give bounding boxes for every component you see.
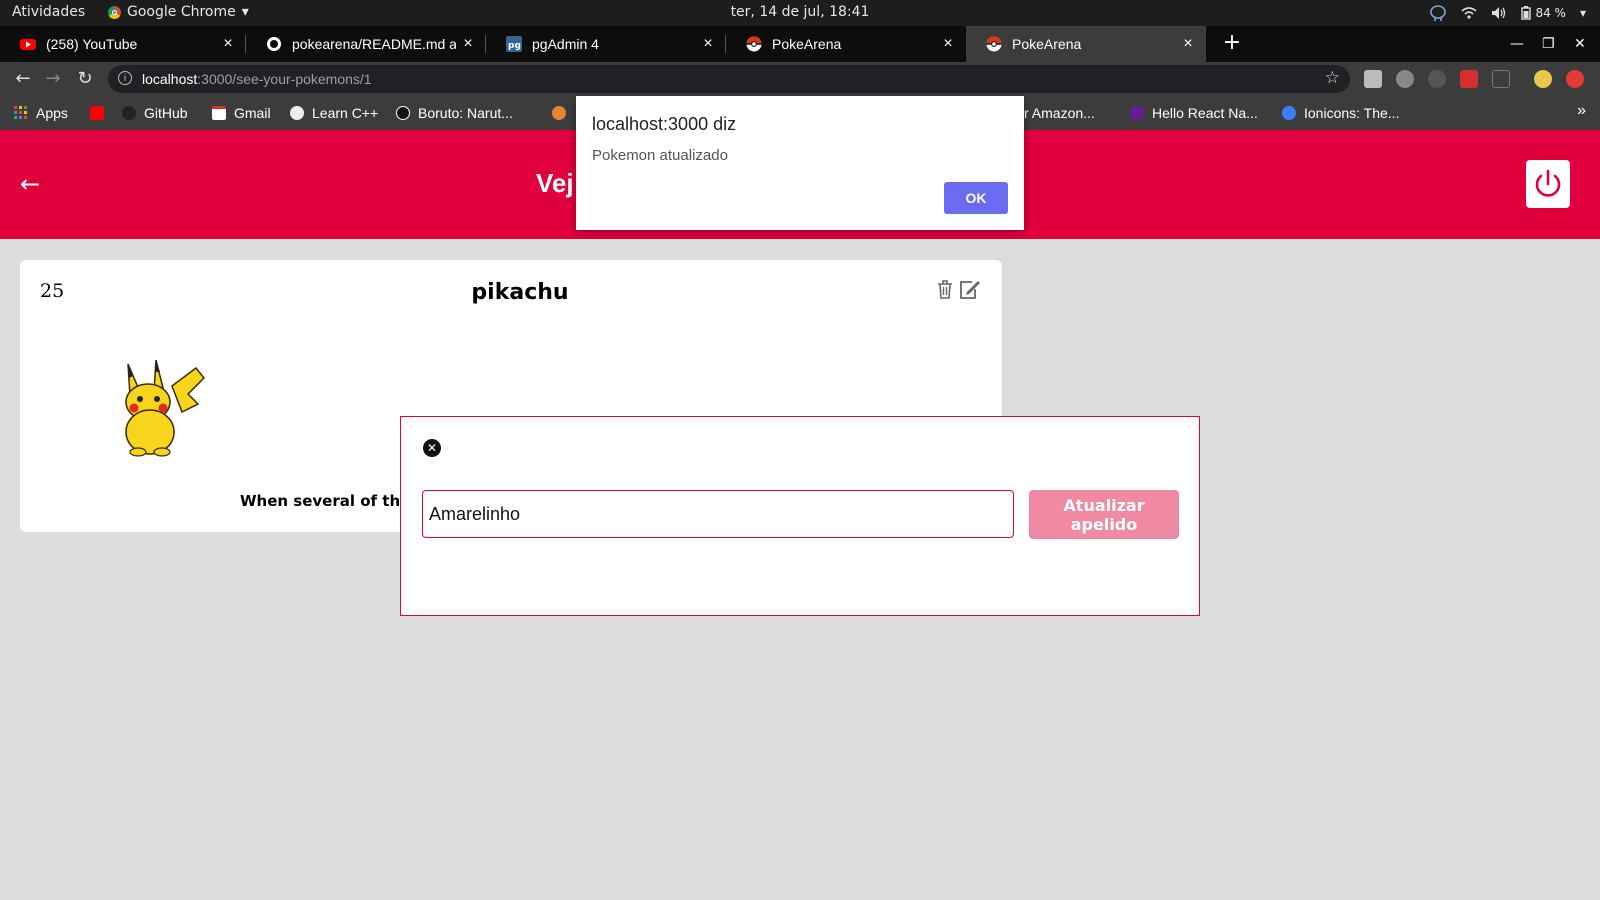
bookmark-label: Hello React Na...: [1152, 105, 1258, 121]
battery-icon: [1521, 6, 1532, 20]
tab-pgadmin[interactable]: pg pgAdmin 4 ×: [486, 26, 726, 62]
anime-site-icon: [396, 106, 410, 120]
pokeball-icon: [746, 36, 762, 52]
bookmark-github[interactable]: GitHub: [122, 96, 188, 130]
browser-toolbar: ← → ↻ i localhost:3000/see-your-pokemons…: [0, 62, 1600, 96]
bookmark-label: Gmail: [234, 105, 271, 121]
minimize-button[interactable]: —: [1510, 26, 1524, 62]
more-bookmarks-button[interactable]: »: [1577, 102, 1586, 120]
bookmark-learn-cpp[interactable]: Learn C++: [290, 96, 378, 130]
bookmark-label: Apps: [36, 105, 68, 121]
bookmark-label: Boruto: Narut...: [418, 105, 513, 121]
pikachu-sprite: [125, 359, 206, 457]
bookmark-label: Learn C++: [312, 105, 379, 121]
battery-indicator: 84 %: [1521, 6, 1566, 20]
extension-bird-icon[interactable]: [1428, 70, 1446, 88]
clock[interactable]: ter, 14 de jul, 18:41: [0, 4, 1600, 20]
bookmark-ionicons[interactable]: Ionicons: The...: [1282, 96, 1399, 130]
tab-label: pgAdmin 4: [532, 36, 599, 52]
address-bar[interactable]: i localhost:3000/see-your-pokemons/1 ☆: [108, 65, 1350, 93]
bookmark-youtube[interactable]: [90, 96, 112, 130]
bookmark-hello-react[interactable]: Hello React Na...: [1130, 96, 1258, 130]
reload-button[interactable]: ↻: [70, 62, 100, 96]
extension-icon[interactable]: [1364, 70, 1382, 88]
apps-grid-icon: [14, 106, 27, 119]
url-path: :3000/see-your-pokemons/1: [197, 71, 372, 87]
ok-button[interactable]: OK: [944, 182, 1008, 214]
url-text[interactable]: localhost:3000/see-your-pokemons/1: [142, 71, 372, 87]
close-icon[interactable]: ×: [216, 35, 240, 53]
github-icon: [267, 37, 281, 51]
github-icon: [122, 106, 136, 120]
close-icon[interactable]: ×: [1176, 35, 1200, 53]
page-title: Vej: [536, 168, 574, 198]
extension-red-icon[interactable]: [1460, 70, 1478, 88]
update-nickname-button[interactable]: Atualizar apelido: [1029, 490, 1179, 539]
trash-icon[interactable]: [935, 278, 955, 300]
site-info-icon[interactable]: i: [118, 71, 132, 85]
bookmark-amazon[interactable]: r Amazon...: [1024, 96, 1095, 130]
youtube-icon: [90, 106, 104, 120]
bookmark-gmail[interactable]: Gmail: [212, 96, 271, 130]
battery-percent: 84 %: [1535, 6, 1566, 20]
forward-button[interactable]: →: [38, 62, 68, 96]
new-tab-button[interactable]: +: [1217, 26, 1247, 62]
bookmark-orange[interactable]: [552, 96, 566, 130]
bookmark-label: GitHub: [144, 105, 188, 121]
bookmark-label: Ionicons: The...: [1304, 105, 1400, 121]
bookmark-apps[interactable]: Apps: [14, 96, 68, 130]
tab-pokearena[interactable]: PokeArena ×: [726, 26, 966, 62]
maximize-button[interactable]: ❐: [1542, 26, 1555, 62]
wifi-icon: [1461, 7, 1477, 19]
ionicons-icon: [1282, 106, 1296, 120]
close-icon[interactable]: ×: [696, 35, 720, 53]
gmail-icon: [212, 106, 226, 120]
update-icon[interactable]: [1566, 70, 1584, 88]
bookmark-star-icon[interactable]: ☆: [1325, 68, 1340, 88]
pokemon-name: pikachu: [471, 280, 569, 305]
volume-icon: [1492, 7, 1506, 19]
power-icon: [1535, 169, 1561, 197]
hello-react-icon: [1130, 106, 1144, 120]
profile-avatar[interactable]: [1534, 70, 1552, 88]
globe-icon: [290, 106, 304, 120]
pokemon-description: When several of thes: [240, 492, 420, 510]
alert-dialog: localhost:3000 diz Pokemon atualizado OK: [576, 96, 1024, 230]
tab-readme[interactable]: pokearena/README.md a ×: [246, 26, 486, 62]
tab-label: PokeArena: [1012, 36, 1082, 52]
alert-title: localhost:3000 diz: [592, 114, 737, 134]
youtube-icon: [20, 39, 36, 50]
edit-icon[interactable]: [958, 278, 982, 300]
tab-pokearena-active[interactable]: PokeArena ×: [966, 26, 1206, 62]
logout-button[interactable]: [1526, 160, 1570, 208]
tab-youtube[interactable]: (258) YouTube ×: [0, 26, 246, 62]
postgres-elephant-icon: [1430, 5, 1447, 21]
system-tray[interactable]: 84 % ▾: [1429, 4, 1586, 22]
nickname-input[interactable]: [422, 490, 1014, 538]
close-icon[interactable]: ×: [936, 35, 960, 53]
sun-icon: [552, 106, 566, 120]
extension-hand-icon[interactable]: [1396, 70, 1414, 88]
back-button[interactable]: ←: [8, 62, 38, 96]
back-arrow-icon[interactable]: ←: [20, 170, 40, 198]
tab-strip: (258) YouTube × pokearena/README.md a × …: [0, 26, 1600, 62]
pokeball-icon: [986, 36, 1002, 52]
bookmark-boruto[interactable]: Boruto: Narut...: [396, 96, 513, 130]
extension-cast-icon[interactable]: [1492, 70, 1510, 88]
bookmark-label: r Amazon...: [1024, 105, 1095, 121]
alert-message: Pokemon atualizado: [592, 147, 728, 164]
card-actions: [935, 278, 982, 300]
close-modal-icon[interactable]: ✕: [423, 439, 441, 457]
edit-nickname-modal: ✕ Atualizar apelido: [400, 416, 1200, 616]
system-top-bar: Atividades Google Chrome ▾ ter, 14 de ju…: [0, 0, 1600, 26]
chevron-down-icon: ▾: [1579, 6, 1586, 20]
close-icon[interactable]: ×: [456, 35, 480, 53]
url-host: localhost: [142, 71, 198, 87]
pgadmin-icon: pg: [506, 36, 522, 52]
tab-label: (258) YouTube: [46, 36, 138, 52]
tab-label: pokearena/README.md a: [292, 36, 456, 52]
svg-text:pg: pg: [508, 41, 521, 51]
close-window-button[interactable]: ✕: [1574, 26, 1586, 62]
tab-label: PokeArena: [772, 36, 842, 52]
